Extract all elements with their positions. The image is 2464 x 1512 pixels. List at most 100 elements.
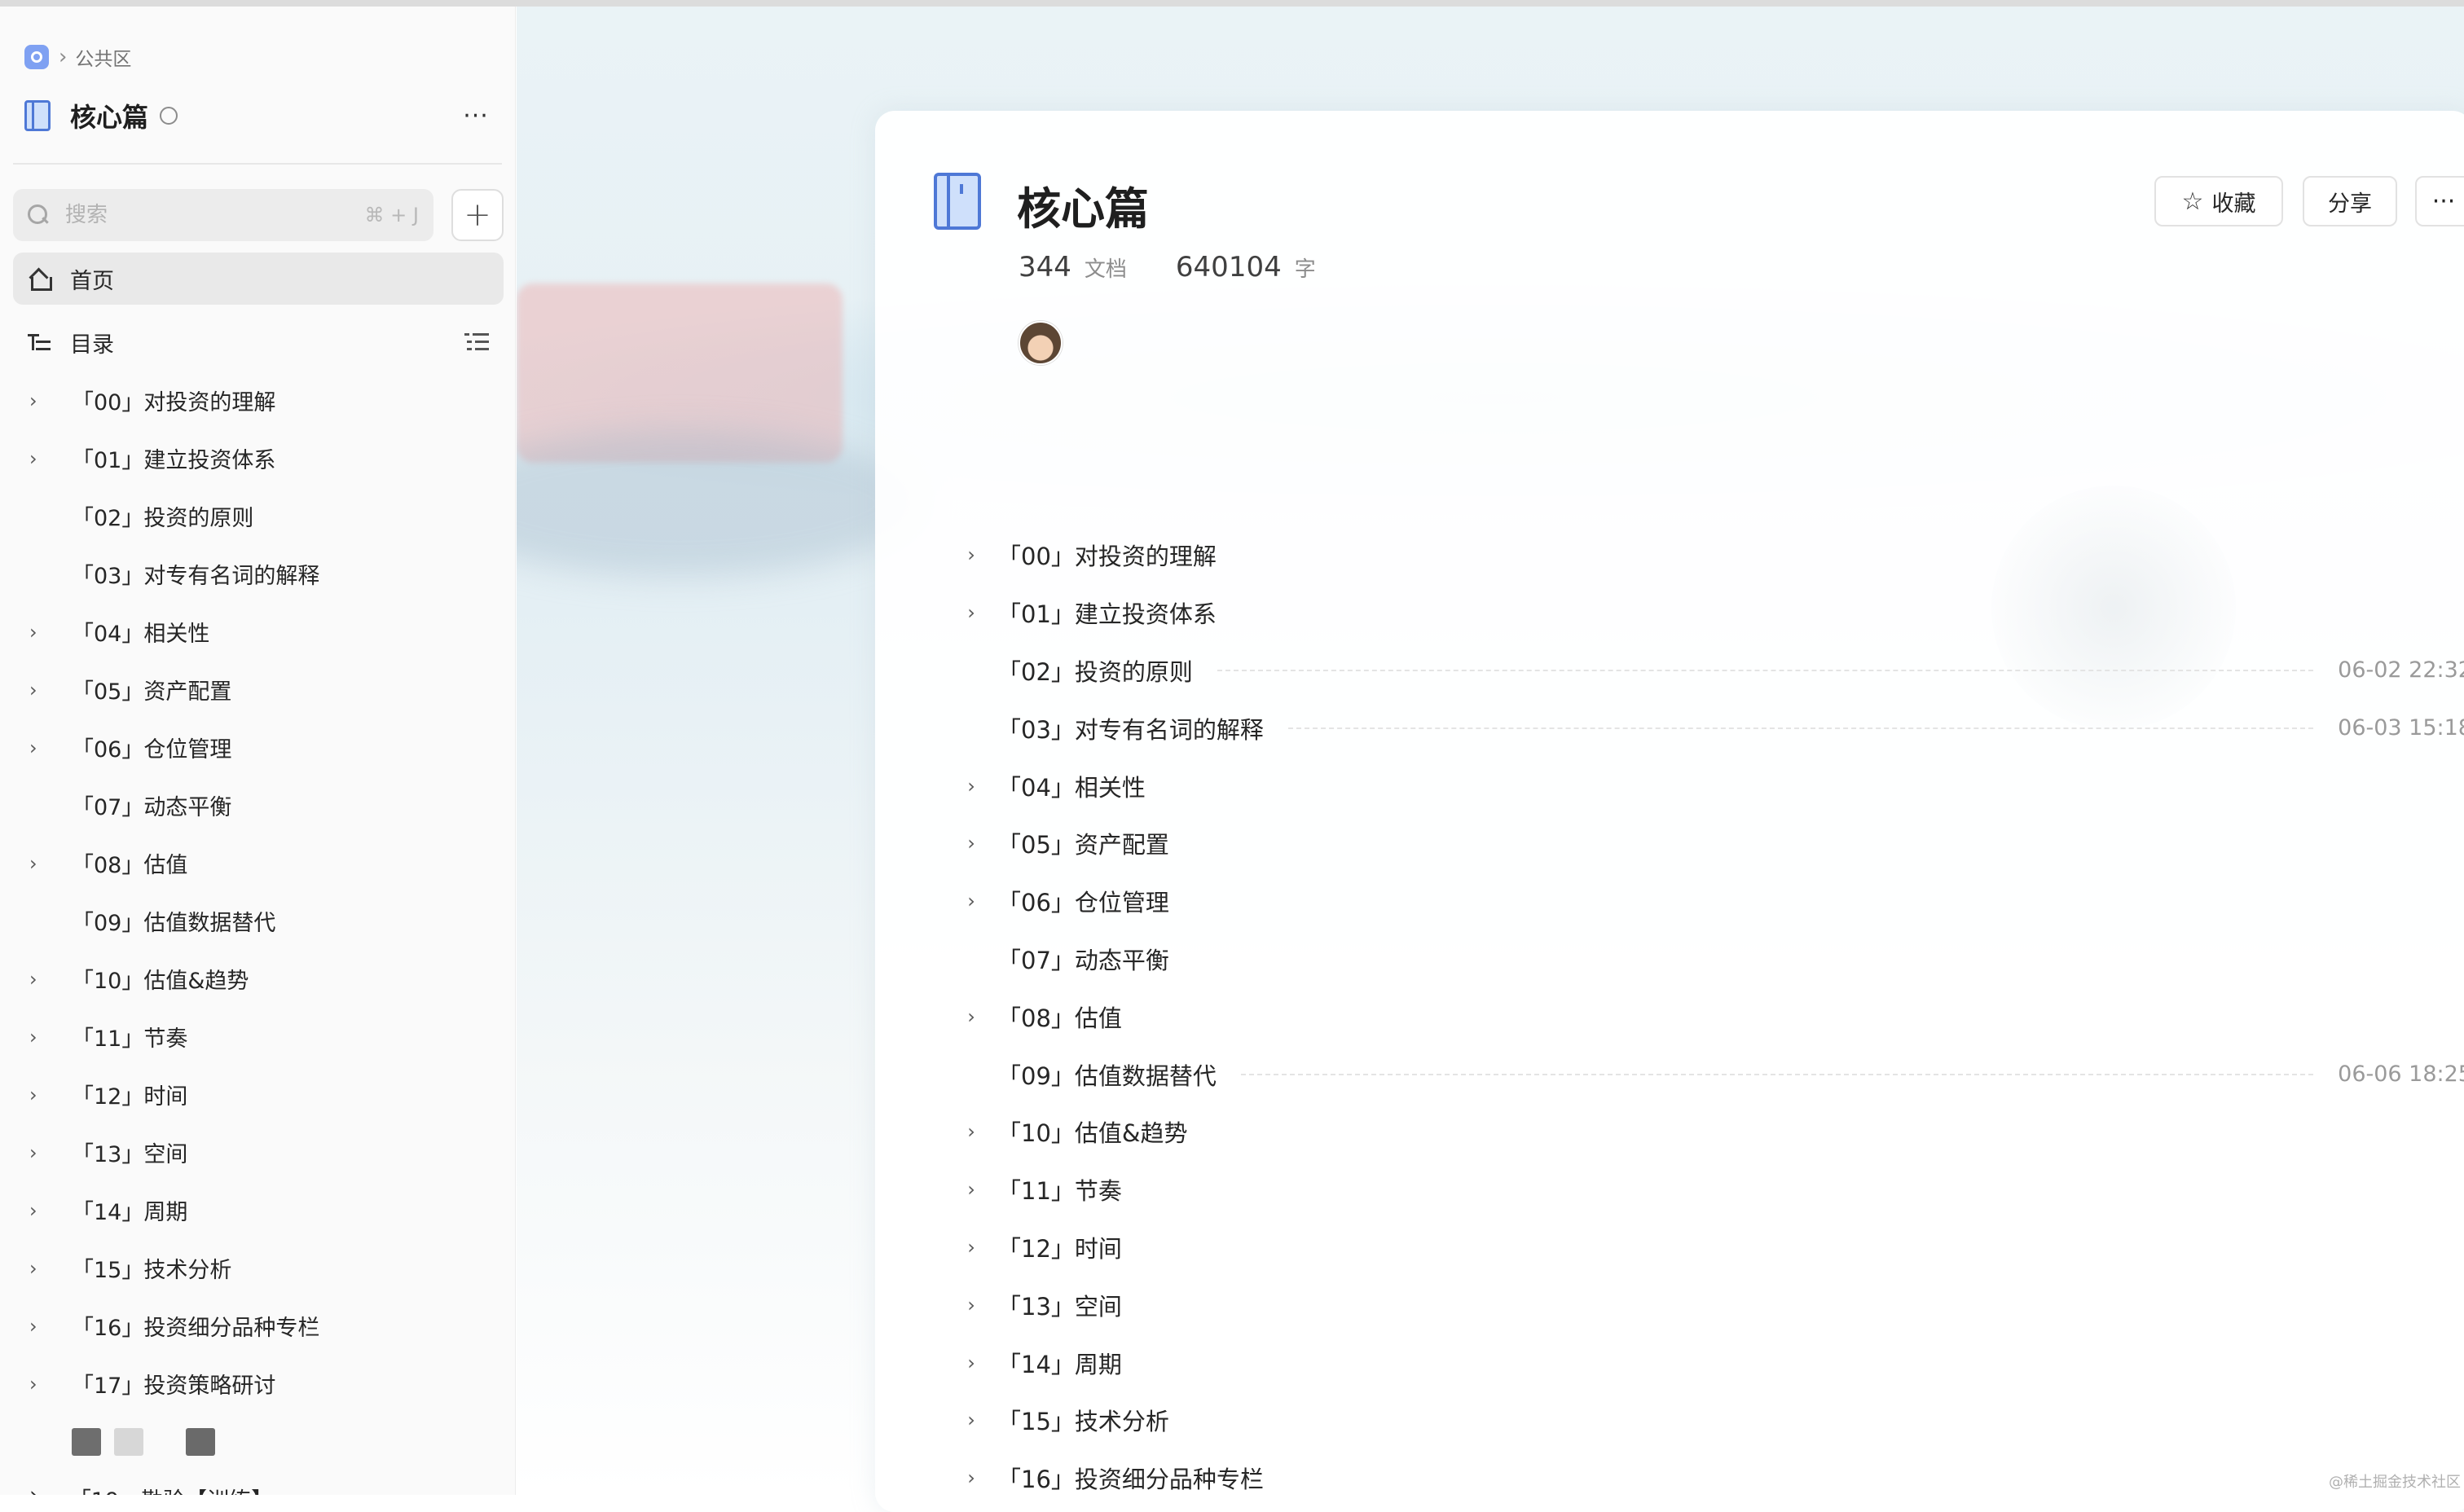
chevron-right-icon[interactable]: › (29, 679, 55, 701)
sidebar-tree-item-label: 「09」估值数据替代 (72, 911, 276, 936)
chevron-right-icon[interactable]: › (29, 1141, 55, 1164)
sidebar-tree-item-label: 「06」仓位管理 (72, 737, 232, 763)
favorite-button[interactable]: ☆ 收藏 (2154, 176, 2283, 226)
sidebar-tree-item[interactable]: › 「11」节奏 (13, 1008, 504, 1066)
toc-icon (28, 331, 51, 354)
sidebar-tree-item-label: 「13」空间 (72, 1142, 188, 1167)
chevron-right-icon[interactable]: › (957, 1178, 986, 1201)
doc-list-item[interactable]: › 「10」估值&趋势 (957, 1103, 2464, 1161)
share-button-label: 分享 (2328, 191, 2372, 217)
sidebar-tree-item-label: 「17」投资策略研讨 (72, 1374, 276, 1399)
star-icon: ☆ (2181, 187, 2204, 216)
word-count-unit: 字 (1294, 257, 1316, 282)
chevron-right-icon[interactable]: › (29, 1199, 55, 1222)
sidebar-tree-item[interactable]: › 「04」相关性 (13, 603, 504, 661)
chevron-right-icon[interactable]: › (29, 1257, 55, 1280)
doc-list-item[interactable]: › 「00」对投资的理解 (957, 526, 2464, 584)
doc-list-item[interactable]: ›「02」投资的原则06-02 22:32 (957, 642, 2464, 700)
sidebar-tree-item-label: 「03」对专有名词的解释 (72, 564, 320, 589)
sidebar-tree-item[interactable]: ›「02」投资的原则 (13, 487, 504, 545)
chevron-right-icon[interactable]: › (957, 1409, 986, 1431)
chevron-right-icon: › (59, 45, 68, 69)
word-count: 640104 (1175, 251, 1282, 284)
doc-list-item[interactable]: › 「14」周期 (957, 1334, 2464, 1391)
chevron-right-icon[interactable]: › (957, 832, 986, 855)
sidebar-tree-item[interactable]: › 「10」估值&趋势 (13, 950, 504, 1008)
book-content-card: 核心篇 344 文档 640104 字 ☆ 收藏 分享 ··· › 「00」对投资… (875, 111, 2464, 1512)
chevron-right-icon[interactable]: › (29, 852, 55, 875)
doc-list-item-label: 「08」估值 (997, 1004, 1122, 1032)
sidebar-tree-item[interactable]: › 「13」空间 (13, 1123, 504, 1181)
chevron-right-icon[interactable]: › (957, 601, 986, 624)
doc-list-item[interactable]: › 「04」相关性 (957, 757, 2464, 815)
doc-list-item[interactable]: › 「01」建立投资体系 (957, 584, 2464, 642)
search-input[interactable] (65, 203, 365, 227)
doc-list-item[interactable]: › 「15」技术分析 (957, 1391, 2464, 1449)
doc-list-item[interactable]: › 「08」估值 (957, 987, 2464, 1045)
sidebar-tree-item[interactable]: › 「17」投资策略研讨 (13, 1355, 504, 1413)
chevron-right-icon[interactable]: › (29, 1026, 55, 1048)
chevron-right-icon[interactable]: › (957, 1466, 986, 1489)
chevron-right-icon[interactable]: › (957, 1294, 986, 1316)
doc-list-item[interactable]: ›「03」对专有名词的解释06-03 15:18 (957, 699, 2464, 757)
doc-list-item[interactable]: › 「05」资产配置 (957, 815, 2464, 872)
doc-list-item[interactable]: › 「06」仓位管理 (957, 872, 2464, 930)
visibility-icon[interactable] (160, 107, 178, 125)
chevron-right-icon[interactable]: › (29, 736, 55, 759)
sidebar-tree-item[interactable]: › 「14」周期 (13, 1181, 504, 1239)
sidebar-tree-item[interactable]: › 「00」对投资的理解 (13, 371, 504, 429)
sidebar-tree-item-label: 「11」节奏 (72, 1026, 188, 1052)
space-logo-icon[interactable] (24, 45, 49, 69)
sidebar-tree-item[interactable]: › 「15」技术分析 (13, 1239, 504, 1297)
chevron-right-icon: › (29, 1483, 38, 1495)
doc-list-item[interactable]: ›「07」动态平衡 (957, 930, 2464, 988)
more-button[interactable]: ··· (2415, 176, 2464, 226)
doc-list-item[interactable]: ›「09」估值数据替代06-06 18:25 (957, 1045, 2464, 1103)
sidebar-tree-item[interactable]: ›「09」估值数据替代 (13, 892, 504, 950)
chevron-right-icon[interactable]: › (29, 447, 55, 470)
doc-list-item-label: 「12」时间 (997, 1234, 1122, 1263)
sidebar-tree-item[interactable]: › 「08」估值 (13, 834, 504, 892)
dotted-leader (1287, 727, 2314, 729)
sidebar-more-button[interactable]: ··· (458, 98, 494, 134)
book-stats: 344 文档 640104 字 (1019, 251, 1365, 284)
sidebar-tree-item[interactable]: › 「19」勘验【训练】 (29, 1483, 273, 1495)
sidebar-tree-item[interactable]: › 「05」资产配置 (13, 661, 504, 719)
sidebar-tree-item[interactable]: ›「07」动态平衡 (13, 776, 504, 834)
avatar[interactable] (1019, 321, 1063, 365)
chevron-right-icon[interactable]: › (957, 890, 986, 912)
doc-list-item[interactable]: › 「12」时间 (957, 1219, 2464, 1277)
sidebar-tree-item-label: 「07」动态平衡 (72, 795, 232, 820)
chevron-right-icon[interactable]: › (29, 968, 55, 991)
sidebar-book-title[interactable]: 核心篇 (70, 97, 148, 134)
chevron-right-icon[interactable]: › (29, 1373, 55, 1396)
search-box[interactable]: ⌘ + J (13, 189, 433, 241)
add-button[interactable]: + (451, 189, 504, 241)
doc-list-item[interactable]: › 「11」节奏 (957, 1161, 2464, 1219)
sidebar-tree-item[interactable]: ›「03」对专有名词的解释 (13, 545, 504, 603)
chevron-right-icon[interactable]: › (957, 1352, 986, 1374)
chevron-right-icon[interactable]: › (957, 1120, 986, 1143)
sidebar-tree-item[interactable]: › 「12」时间 (13, 1066, 504, 1123)
chevron-right-icon[interactable]: › (29, 389, 55, 412)
chevron-right-icon[interactable]: › (29, 1083, 55, 1106)
chevron-right-icon[interactable]: › (957, 1236, 986, 1259)
dotted-leader (1217, 669, 2314, 671)
chevron-right-icon[interactable]: › (29, 1315, 55, 1338)
doc-count: 344 (1019, 251, 1071, 284)
sidebar-tree-item[interactable]: › 「01」建立投资体系 (13, 429, 504, 487)
doc-list-item[interactable]: › 「13」空间 (957, 1276, 2464, 1334)
chevron-right-icon[interactable]: › (957, 775, 986, 798)
breadcrumb-space-link[interactable]: 公共区 (75, 43, 131, 71)
nav-home[interactable]: 首页 (13, 253, 504, 305)
sidebar-tree-item[interactable]: › 「16」投资细分品种专栏 (13, 1297, 504, 1355)
share-button[interactable]: 分享 (2303, 176, 2397, 226)
nav-toc[interactable]: 目录 (13, 316, 504, 368)
sidebar-tree-item[interactable]: › 「06」仓位管理 (13, 719, 504, 776)
chevron-right-icon[interactable]: › (957, 1005, 986, 1028)
chevron-right-icon[interactable]: › (29, 621, 55, 644)
doc-list-item[interactable]: › 「16」投资细分品种专栏 (957, 1449, 2464, 1507)
chevron-right-icon[interactable]: › (957, 543, 986, 566)
toc-options-icon[interactable] (464, 332, 489, 353)
search-shortcut-hint: ⌘ + J (364, 204, 419, 226)
